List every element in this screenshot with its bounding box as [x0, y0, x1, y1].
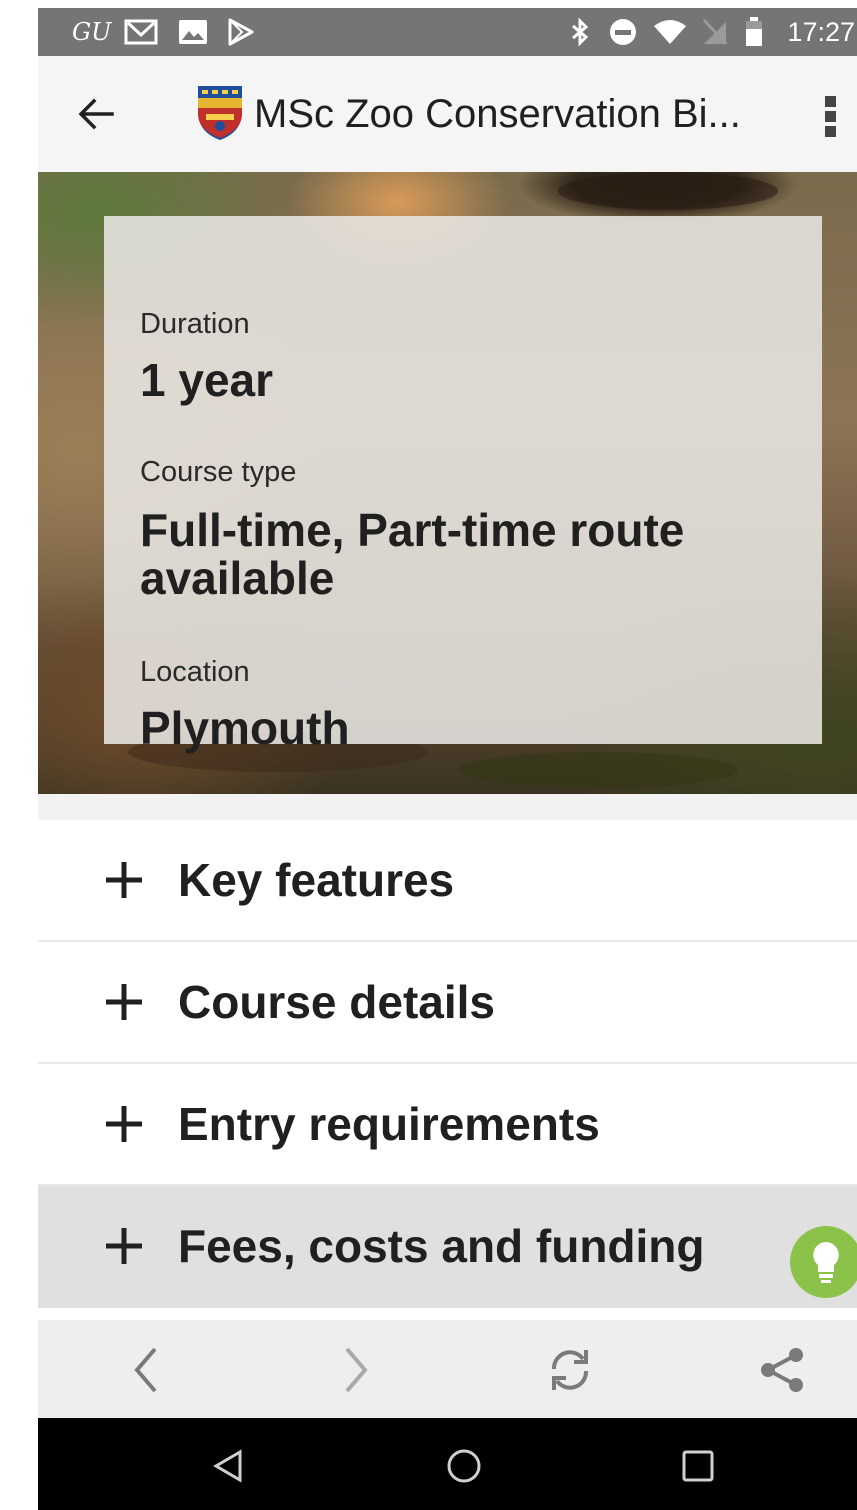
- hero-texture: [458, 752, 738, 788]
- back-chevron-icon[interactable]: [118, 1344, 174, 1396]
- accordion-course-details[interactable]: Course details: [38, 942, 857, 1064]
- hero-texture: [558, 172, 778, 210]
- page-title: MSc Zoo Conservation Bi...: [254, 92, 741, 136]
- section-divider: [38, 794, 857, 820]
- hero-image: Duration 1 year Course type Full-time, P…: [38, 172, 857, 794]
- nav-home-icon[interactable]: [444, 1446, 484, 1486]
- location-value: Plymouth: [140, 702, 350, 754]
- play-store-icon: [226, 18, 256, 46]
- plus-icon: [104, 1226, 144, 1266]
- nav-back-icon[interactable]: [210, 1446, 250, 1486]
- wifi-icon: [652, 18, 688, 46]
- nav-recents-icon[interactable]: [678, 1446, 718, 1486]
- no-sim-icon: [702, 18, 728, 46]
- battery-icon: [744, 17, 764, 46]
- carrier-glyph: GU: [72, 18, 112, 46]
- system-nav-bar: [38, 1418, 857, 1510]
- location-label: Location: [140, 656, 250, 688]
- forward-chevron-icon[interactable]: [328, 1344, 384, 1396]
- accordion-label: Entry requirements: [178, 1098, 600, 1150]
- accordion-label: Course details: [178, 976, 495, 1028]
- frame-edge: [0, 0, 38, 1510]
- accordion-key-features[interactable]: Key features: [38, 820, 857, 942]
- accordion-entry-requirements[interactable]: Entry requirements: [38, 1064, 857, 1186]
- status-bar: GU 17:27: [38, 8, 857, 56]
- do-not-disturb-icon: [608, 18, 638, 46]
- plus-icon: [104, 860, 144, 900]
- duration-value: 1 year: [140, 354, 274, 406]
- accordion-label: Key features: [178, 854, 455, 906]
- back-arrow-icon[interactable]: [76, 94, 116, 134]
- course-sections: Key features Course details Entry requir…: [38, 794, 857, 1308]
- university-crest-icon: [196, 84, 244, 142]
- lightbulb-icon[interactable]: [786, 1224, 857, 1304]
- accordion-label: Fees, costs and funding: [178, 1220, 705, 1272]
- plus-icon: [104, 982, 144, 1022]
- accordion-fees-costs-funding[interactable]: Fees, costs and funding: [38, 1186, 857, 1308]
- refresh-icon[interactable]: [542, 1344, 598, 1396]
- course-type-value: Full-time, Part-time route available: [140, 504, 685, 604]
- course-info-card: Duration 1 year Course type Full-time, P…: [104, 216, 822, 752]
- overflow-menu-icon[interactable]: [823, 94, 839, 138]
- course-type-label: Course type: [140, 456, 297, 488]
- browser-toolbar: [38, 1320, 857, 1418]
- gmail-icon: [124, 18, 158, 46]
- status-time: 17:27: [787, 17, 855, 47]
- image-icon: [178, 18, 208, 46]
- plus-icon: [104, 1104, 144, 1144]
- duration-label: Duration: [140, 308, 250, 340]
- share-icon[interactable]: [754, 1344, 810, 1396]
- app-bar: MSc Zoo Conservation Bi...: [38, 56, 857, 173]
- bluetooth-icon: [568, 18, 592, 46]
